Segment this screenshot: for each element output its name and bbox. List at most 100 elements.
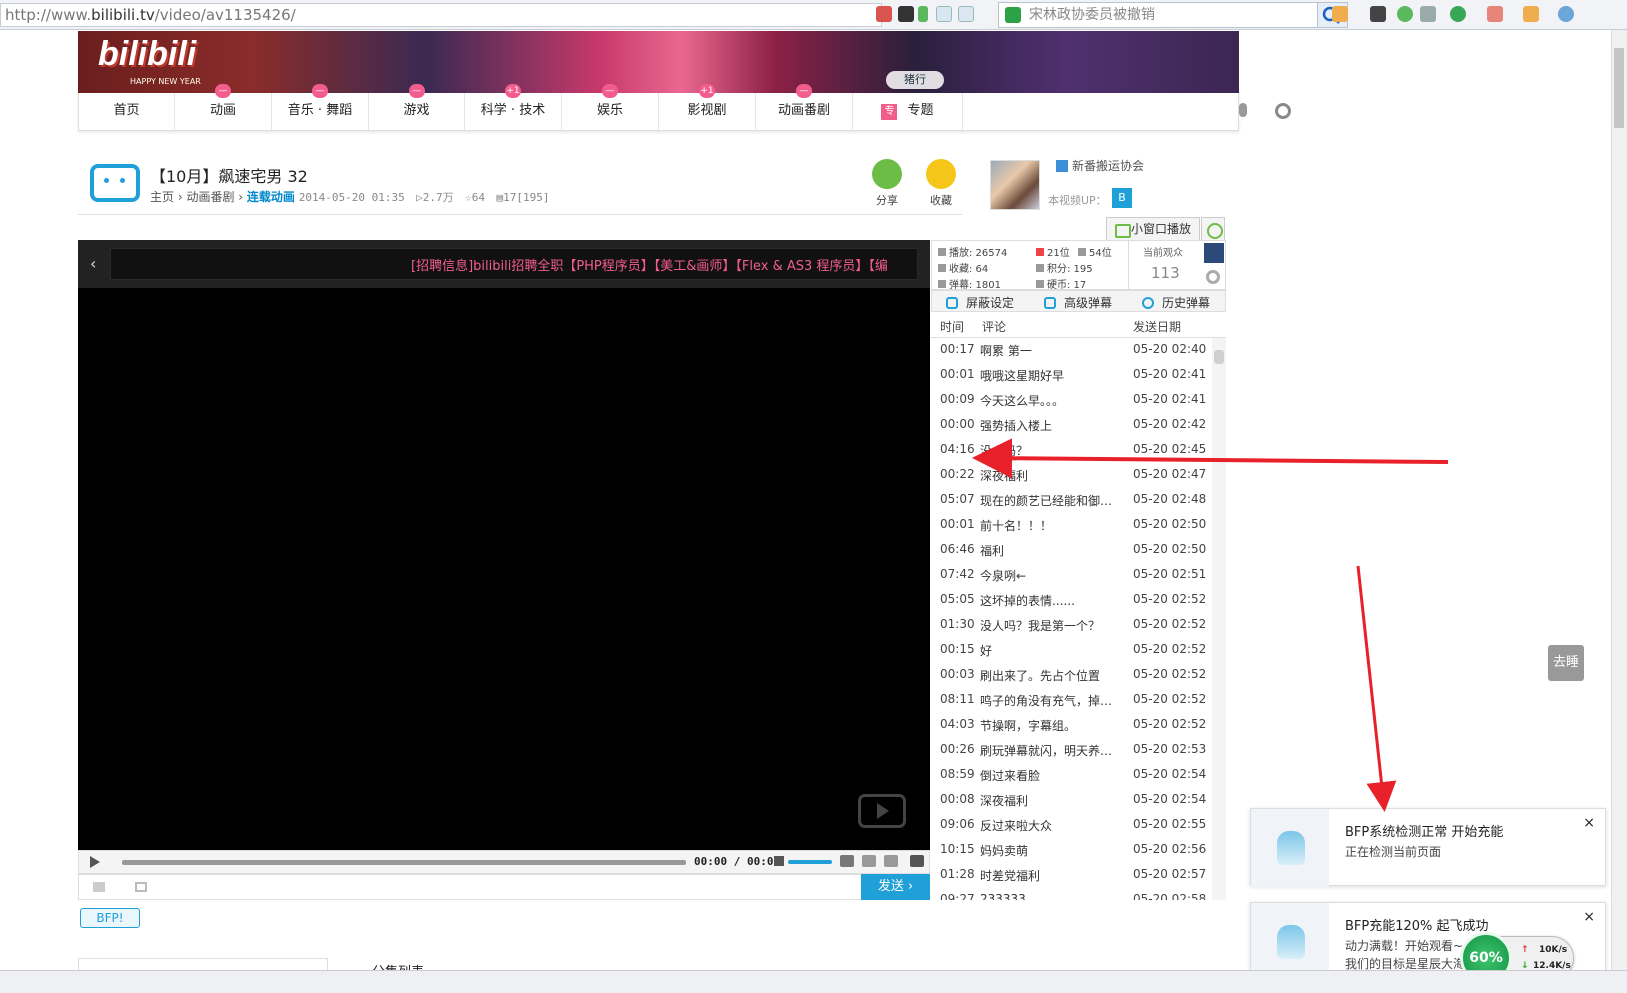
- qr-code-icon[interactable]: [898, 6, 914, 22]
- danmaku-scrollbar[interactable]: [1212, 338, 1226, 900]
- header-time[interactable]: 时间: [940, 318, 964, 335]
- close-icon[interactable]: ×: [1583, 909, 1595, 925]
- lightning-icon[interactable]: [918, 6, 928, 22]
- danmaku-row[interactable]: 01:30 没人吗？我是第一个？ 05-20 02:52: [931, 613, 1212, 637]
- nav-item-home[interactable]: 首页: [79, 93, 175, 130]
- nav-item-music[interactable]: — 音乐 · 舞蹈: [272, 84, 369, 130]
- danmaku-row[interactable]: 00:17 啊累 第一 05-20 02:40: [931, 338, 1212, 362]
- nav-item-topics[interactable]: 专专题: [853, 93, 963, 130]
- nav-item-anime[interactable]: — 动画: [175, 84, 272, 130]
- magnifier-icon[interactable]: [1558, 6, 1574, 22]
- danmaku-row[interactable]: 00:09 今天这么早。。。 05-20 02:41: [931, 388, 1212, 412]
- topic-icon: 专: [881, 104, 898, 120]
- danmaku-row[interactable]: 07:42 今泉咧← 05-20 02:51: [931, 563, 1212, 587]
- danmaku-row[interactable]: 04:16 没人吗？ 05-20 02:45: [931, 438, 1212, 462]
- danmaku-comment: 没人吗？: [980, 444, 1029, 458]
- danmaku-row[interactable]: 00:01 哦哦这星期好早 05-20 02:41: [931, 363, 1212, 387]
- danmaku-row[interactable]: 09:27 233333 05-20 02:58: [931, 888, 1212, 900]
- danmaku-scroll-thumb[interactable]: [1214, 350, 1224, 364]
- favorite-label[interactable]: 收藏: [921, 192, 961, 208]
- uploader-badge[interactable]: B: [1112, 188, 1132, 208]
- translate-icon[interactable]: [1487, 6, 1503, 22]
- danmaku-row[interactable]: 09:06 反过来啦大众 05-20 02:55: [931, 813, 1212, 837]
- danmaku-row[interactable]: 00:26 刷玩弹幕就闪，明天养肥... 05-20 02:53: [931, 738, 1212, 762]
- danmaku-row[interactable]: 00:03 刷出来了。先占个位置 05-20 02:52: [931, 663, 1212, 687]
- ticker-text[interactable]: [招聘信息]bilibili招聘全职【PHP程序员】【美工&画师】【Flex &…: [411, 255, 888, 274]
- danmaku-style-icon[interactable]: [93, 882, 105, 892]
- danmaku-row[interactable]: 01:28 时差党福利 05-20 02:57: [931, 863, 1212, 887]
- download-icon[interactable]: [1420, 6, 1436, 22]
- shield-icon[interactable]: [1450, 6, 1466, 22]
- ticker-prev-icon[interactable]: ‹: [90, 254, 96, 273]
- uploader-name[interactable]: 新番搬运协会: [1056, 157, 1144, 174]
- danmaku-row[interactable]: 00:15 好 05-20 02:52: [931, 638, 1212, 662]
- danmaku-comment: 刷出来了。先占个位置: [980, 669, 1101, 683]
- nav-item-entertainment[interactable]: — 娱乐: [562, 84, 659, 130]
- browser-search-input[interactable]: 宋林政协委员被撤销: [998, 2, 1318, 28]
- favorite-star-icon[interactable]: [926, 159, 956, 189]
- loop-icon[interactable]: [862, 855, 876, 867]
- share-icon[interactable]: [872, 159, 902, 189]
- page-scrollbar[interactable]: [1611, 30, 1627, 970]
- play-arrow-icon[interactable]: [958, 6, 974, 22]
- apps-icon[interactable]: [1332, 6, 1348, 22]
- danmaku-row[interactable]: 10:15 妈妈卖萌 05-20 02:56: [931, 838, 1212, 862]
- address-bar[interactable]: http://www.bilibili.tv/video/av1135426/: [0, 3, 882, 27]
- volume-icon[interactable]: [774, 856, 784, 866]
- nav-item-bangumi[interactable]: — 动画番剧: [756, 84, 853, 130]
- send-button[interactable]: 发送 ›: [861, 874, 930, 900]
- site-logo[interactable]: bilibili: [98, 35, 196, 74]
- page-scroll-thumb[interactable]: [1614, 48, 1624, 128]
- close-icon[interactable]: ×: [1583, 815, 1595, 831]
- header-comment[interactable]: 评论: [982, 318, 1006, 335]
- widescreen-icon[interactable]: [884, 855, 898, 867]
- mail-icon[interactable]: [1370, 6, 1386, 22]
- microphone-icon[interactable]: [1239, 103, 1247, 117]
- user-avatar[interactable]: [1204, 243, 1224, 263]
- nav-item-drama[interactable]: +1 影视剧: [659, 84, 756, 130]
- calendar-icon[interactable]: [1523, 6, 1539, 22]
- chrome-icon[interactable]: [1397, 6, 1413, 22]
- header-date[interactable]: 发送日期: [1133, 318, 1181, 335]
- nav-item-science[interactable]: +1 科学 · 技术: [465, 84, 562, 130]
- crumb-subcategory[interactable]: 连载动画: [247, 190, 295, 204]
- danmaku-row[interactable]: 00:00 强势插入楼上 05-20 02:42: [931, 413, 1212, 437]
- play-icon[interactable]: [90, 856, 100, 868]
- danmaku-row[interactable]: 08:11 鸣子的角没有充气，掉下... 05-20 02:52: [931, 688, 1212, 712]
- bfp-button[interactable]: BFP!: [80, 908, 140, 928]
- danmaku-row[interactable]: 06:46 福利 05-20 02:50: [931, 538, 1212, 562]
- side-tab[interactable]: 去睡: [1548, 645, 1584, 681]
- search-icon[interactable]: [1275, 103, 1291, 119]
- upload-date: 2014-05-20 01:35: [298, 191, 405, 204]
- danmaku-input[interactable]: [78, 874, 930, 900]
- danmaku-row[interactable]: 08:59 倒过来看脸 05-20 02:54: [931, 763, 1212, 787]
- danmaku-row[interactable]: 00:22 深夜福利 05-20 02:47: [931, 463, 1212, 487]
- dropdown-icon[interactable]: [936, 6, 952, 22]
- banner-tag[interactable]: 猪行: [886, 71, 944, 89]
- crumb-home[interactable]: 主页: [150, 190, 174, 204]
- crumb-category[interactable]: 动画番剧: [186, 190, 234, 204]
- history-danmaku-button[interactable]: 历史弹幕: [1142, 294, 1210, 311]
- settings-gear-icon[interactable]: [1201, 217, 1225, 241]
- danmaku-row[interactable]: 04:03 节操啊，字幕组。 05-20 02:52: [931, 713, 1212, 737]
- panel-settings-icon[interactable]: [1206, 270, 1220, 284]
- video-player[interactable]: [78, 240, 930, 850]
- danmaku-row[interactable]: 00:01 前十名！！！ 05-20 02:50: [931, 513, 1212, 537]
- share-label[interactable]: 分享: [867, 192, 907, 208]
- danmaku-row[interactable]: 05:07 现在的颜艺已经能和御堂... 05-20 02:48: [931, 488, 1212, 512]
- volume-slider[interactable]: [788, 860, 832, 864]
- danmaku-mode-icon[interactable]: [135, 882, 147, 892]
- danmaku-row[interactable]: 05:05 这坏掉的表情...... 05-20 02:52: [931, 588, 1212, 612]
- danmaku-toggle-icon[interactable]: [840, 855, 854, 867]
- danmaku-row[interactable]: 00:08 深夜福利 05-20 02:54: [931, 788, 1212, 812]
- weibo-icon[interactable]: [876, 6, 892, 22]
- block-settings-button[interactable]: 屏蔽设定: [946, 294, 1014, 311]
- mini-window-button[interactable]: 小窗口播放: [1106, 217, 1200, 241]
- uploader-avatar[interactable]: [990, 160, 1040, 210]
- progress-bar[interactable]: [122, 860, 686, 865]
- danmaku-time: 09:27: [940, 892, 975, 900]
- danmaku-comment: 深夜福利: [980, 469, 1029, 483]
- nav-item-game[interactable]: — 游戏: [369, 84, 465, 130]
- advanced-danmaku-button[interactable]: 高级弹幕: [1044, 294, 1112, 311]
- fullscreen-icon[interactable]: [910, 855, 924, 867]
